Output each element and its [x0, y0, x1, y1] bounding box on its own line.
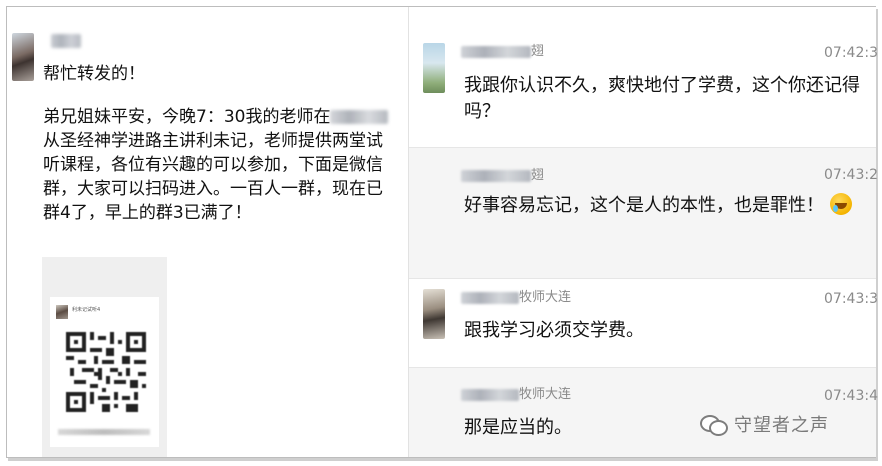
redacted-name	[461, 291, 519, 304]
timestamp: 07:43:2	[824, 167, 878, 183]
qr-code-icon	[66, 332, 146, 412]
sender-name-visible: 牧师大连	[519, 387, 572, 402]
redacted-name	[461, 45, 531, 58]
message-text: 好事容易忘记，这个是人的本性，也是罪性！	[464, 193, 882, 219]
watermark-text: 守望者之声	[734, 415, 829, 436]
message-row: 翅 07:42:3 我跟你认识不久，爽快地付了学费，这个你还记得吗？	[409, 15, 878, 147]
timestamp: 07:43:3	[824, 291, 878, 307]
facepalm-laugh-emoji-icon	[829, 193, 852, 215]
timestamp: 07:42:3	[824, 45, 878, 61]
qr-caption-blurred	[58, 429, 150, 435]
sender-name: 翅	[461, 43, 544, 61]
sender-name: 翅	[461, 167, 544, 185]
message-text: 我跟你认识不久，爽快地付了学费，这个你还记得吗？	[464, 75, 860, 122]
message-text: 跟我学习必须交学费。	[464, 320, 644, 341]
sender-name-visible: 翅	[531, 168, 545, 183]
sender-name-visible: 翅	[531, 44, 545, 59]
message-text-part: 从圣经神学进路主讲利未记，老师提供两堂试听课程，各位有兴趣的可以参加，下面是微信…	[43, 131, 383, 223]
avatar[interactable]	[12, 33, 34, 81]
message-text: 弟兄姐妹平安，今晚7：30我的老师在从圣经神学进路主讲利未记，老师提供两堂试听课…	[43, 105, 393, 225]
redacted-text	[330, 110, 389, 124]
avatar[interactable]	[423, 289, 445, 339]
group-name: 利未记试听4	[72, 307, 101, 313]
chat-screenshot-frame: 帮忙转发的！ 弟兄姐妹平安，今晚7：30我的老师在从圣经神学进路主讲利未记，老师…	[6, 6, 878, 458]
message-row: 翅 07:43:2 好事容易忘记，这个是人的本性，也是罪性！	[409, 148, 878, 278]
message-text: 帮忙转发的！	[43, 64, 145, 84]
qr-code-image-message[interactable]: 利未记试听4	[42, 257, 167, 457]
redacted-name	[461, 169, 531, 182]
right-chat-panel: 翅 07:42:3 我跟你认识不久，爽快地付了学费，这个你还记得吗？ 翅 07:…	[408, 7, 878, 457]
sender-name: 牧师大连	[461, 289, 571, 307]
sender-name-blurred	[51, 34, 81, 48]
sender-name-visible: 牧师大连	[519, 290, 572, 305]
message-row: 牧师大连 07:43:3 跟我学习必须交学费。	[409, 279, 878, 367]
group-avatar	[56, 305, 68, 319]
qr-card: 利未记试听4	[50, 297, 159, 447]
redacted-name	[461, 388, 519, 401]
avatar[interactable]	[423, 43, 445, 93]
sender-name: 牧师大连	[461, 386, 571, 404]
watermark: 守望者之声	[700, 412, 829, 436]
message-text-part: 好事容易忘记，这个是人的本性，也是罪性！	[464, 195, 824, 216]
message-text-part: 弟兄姐妹平安，今晚7：30我的老师在	[43, 107, 331, 127]
timestamp: 07:43:4	[824, 388, 878, 404]
wechat-icon	[700, 413, 728, 436]
left-chat-panel: 帮忙转发的！ 弟兄姐妹平安，今晚7：30我的老师在从圣经神学进路主讲利未记，老师…	[7, 7, 407, 457]
